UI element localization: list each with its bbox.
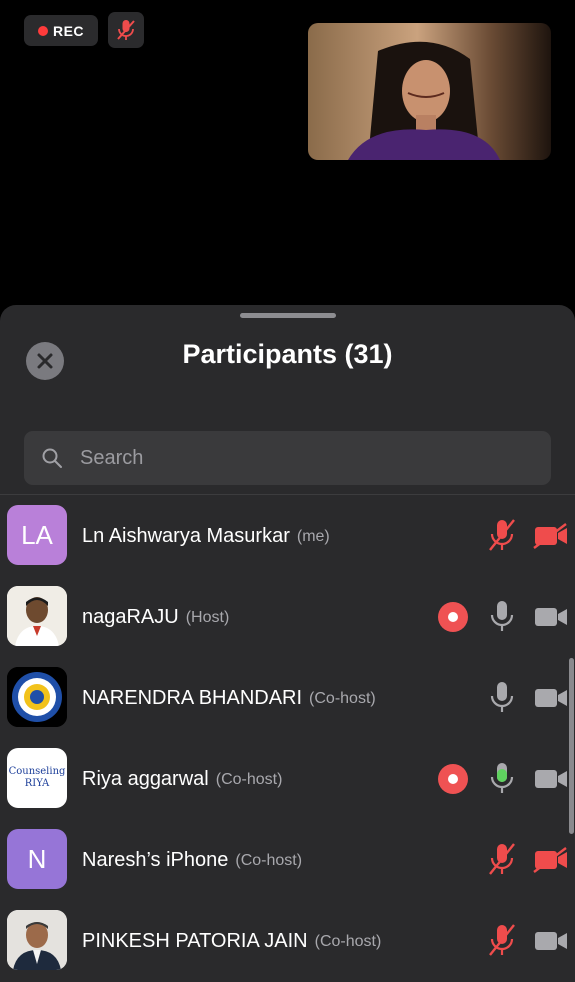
participant-name: Ln Aishwarya Masurkar (82, 525, 290, 547)
camera-off-icon[interactable] (533, 847, 569, 873)
participants-sheet: Participants (31) LA Ln Aishwarya Masurk… (0, 305, 575, 982)
participant-row[interactable]: Counseling RIYA Riya aggarwal (Co-host) (0, 739, 575, 820)
avatar-initials: LA (21, 519, 53, 550)
self-mic-muted-button[interactable] (108, 12, 144, 48)
avatar-photo (7, 586, 67, 646)
avatar: N (7, 829, 67, 889)
recording-indicator-icon (438, 602, 468, 632)
participant-name: NARENDRA BHANDARI (82, 687, 303, 709)
avatar-logo-text: Counseling RIYA (8, 766, 66, 789)
camera-icon[interactable] (533, 766, 569, 792)
participant-row[interactable]: N Naresh’s iPhone (Co-host) (0, 820, 575, 901)
sheet-drag-handle[interactable] (240, 313, 336, 318)
recording-badge: REC (24, 15, 98, 46)
participant-role: (Host) (185, 608, 230, 626)
participant-role: (me) (296, 527, 330, 545)
mic-icon[interactable] (487, 598, 517, 634)
record-dot-icon (37, 25, 48, 36)
search-field[interactable] (24, 431, 551, 485)
participant-role: (Co-host) (314, 932, 382, 950)
self-video-thumbnail[interactable] (308, 23, 551, 160)
participant-name: PINKESH PATORIA JAIN (82, 930, 308, 952)
avatar-photo (7, 910, 67, 970)
participant-row[interactable]: NARENDRA BHANDARI (Co-host) (0, 658, 575, 739)
camera-icon[interactable] (533, 685, 569, 711)
participant-name: Riya aggarwal (82, 768, 209, 790)
recording-label: REC (52, 22, 85, 39)
mic-icon[interactable] (487, 679, 517, 715)
participant-role: (Co-host) (235, 851, 303, 869)
lions-club-logo (7, 667, 67, 727)
participant-row[interactable]: PINKESH PATORIA JAIN (Co-host) (0, 901, 575, 982)
participant-role: (Co-host) (215, 770, 283, 788)
camera-icon[interactable] (533, 928, 569, 954)
call-video-area: REC (0, 0, 575, 305)
panel-title: Participants (31) (182, 339, 393, 369)
camera-off-icon[interactable] (533, 523, 569, 549)
mic-muted-icon[interactable] (487, 922, 517, 958)
mic-muted-icon[interactable] (487, 517, 517, 553)
mic-off-icon (117, 20, 135, 40)
mic-muted-icon[interactable] (487, 841, 517, 877)
scrollbar[interactable] (569, 658, 574, 834)
person-video-image (308, 23, 551, 160)
recording-indicator-icon (438, 764, 468, 794)
search-input[interactable] (78, 445, 551, 471)
avatar: Counseling RIYA (7, 748, 67, 808)
participant-row[interactable]: nagaRAJU (Host) (0, 577, 575, 658)
participant-role: (Co-host) (309, 689, 376, 707)
avatar (7, 667, 67, 727)
avatar-initials: N (27, 843, 47, 874)
mic-speaking-icon[interactable] (487, 760, 517, 796)
search-icon (42, 448, 62, 468)
avatar: LA (7, 505, 67, 565)
divider (0, 494, 575, 495)
participant-name: nagaRAJU (82, 606, 179, 628)
avatar (7, 910, 67, 970)
camera-icon[interactable] (533, 604, 569, 630)
avatar (7, 586, 67, 646)
participant-list: LA Ln Aishwarya Masurkar (me) nagaRAJU (… (0, 496, 575, 982)
participant-name: Naresh’s iPhone (82, 849, 229, 871)
participant-row[interactable]: LA Ln Aishwarya Masurkar (me) (0, 496, 575, 577)
